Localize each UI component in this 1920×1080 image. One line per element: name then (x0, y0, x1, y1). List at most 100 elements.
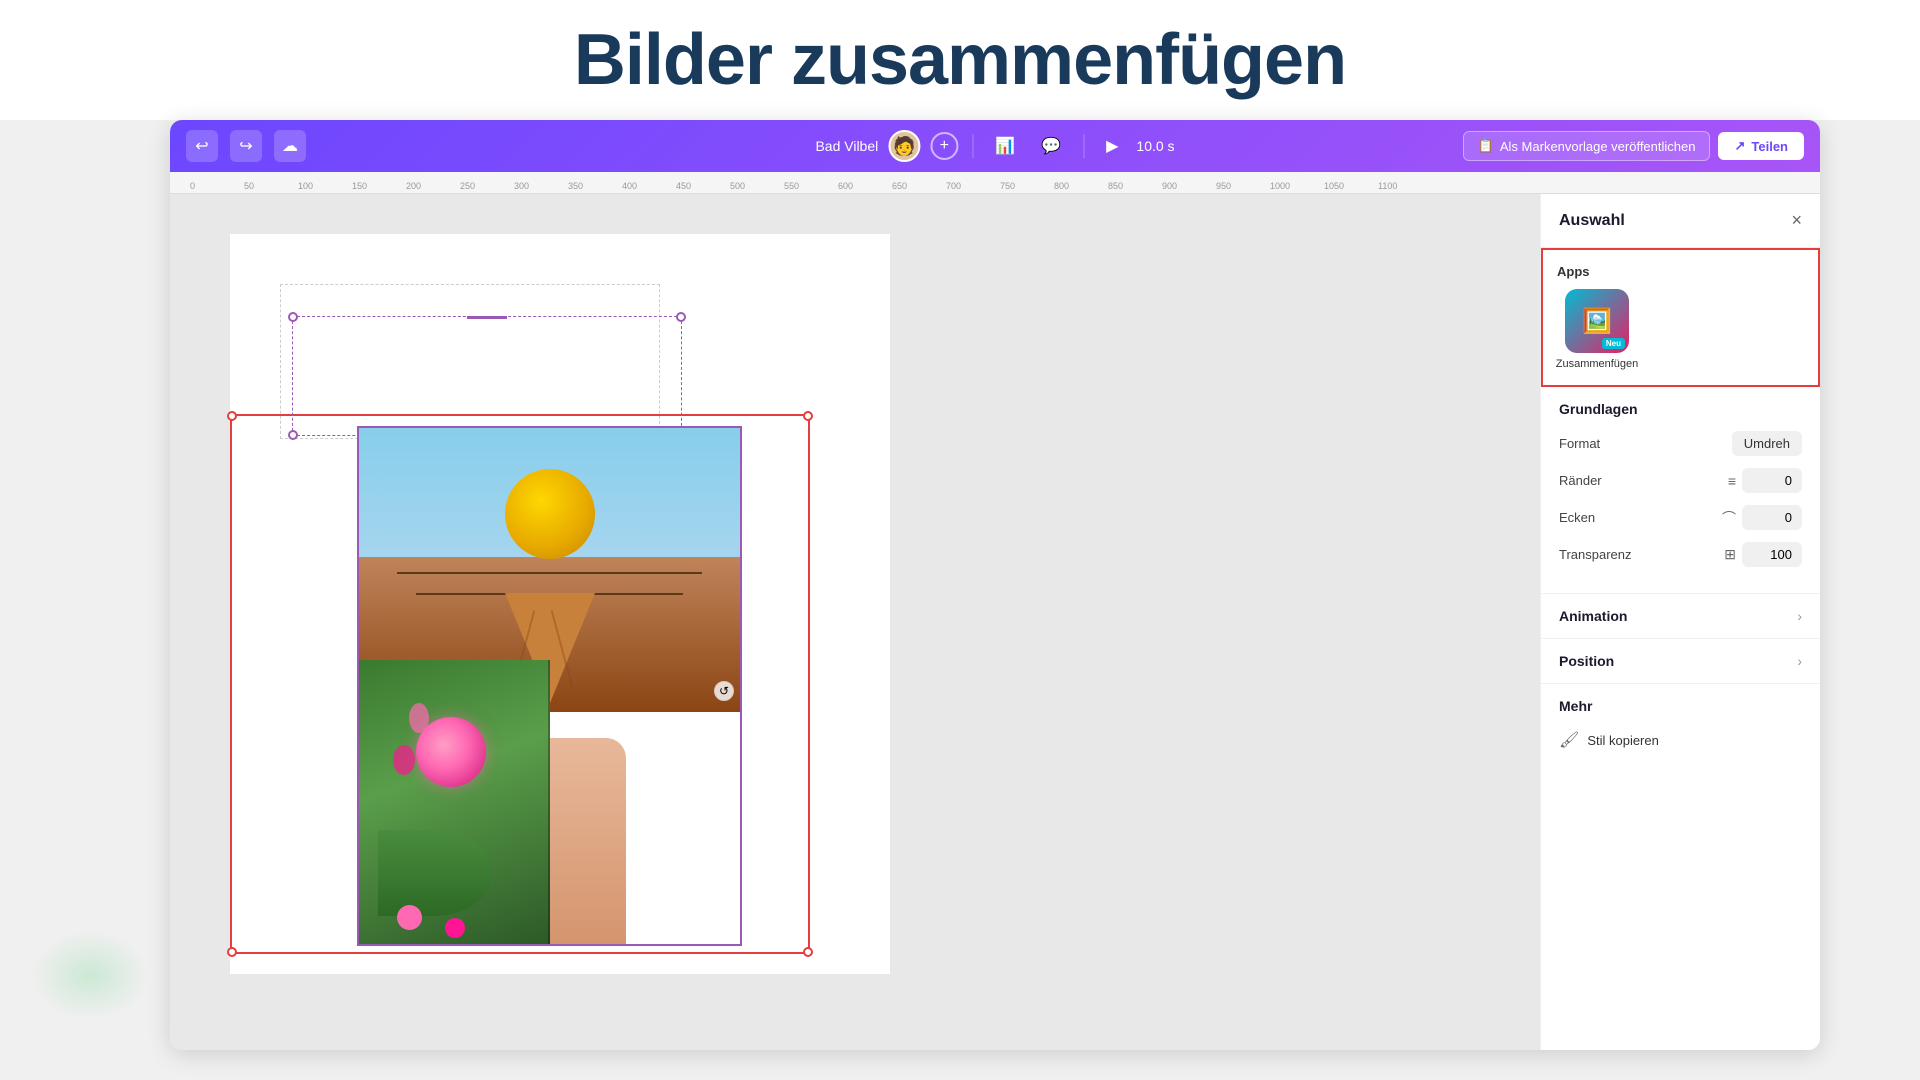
small-flower2 (445, 918, 465, 938)
comment-button[interactable]: 💬 (1033, 132, 1069, 160)
ruler-mark: 750 (1000, 181, 1054, 193)
grundlagen-title: Grundlagen (1559, 401, 1802, 417)
top-handle-bar (467, 316, 507, 319)
undo-icon: ↩ (195, 136, 208, 156)
handle-bl[interactable] (288, 430, 298, 440)
chart-button[interactable]: 📊 (987, 132, 1023, 160)
handle-tr[interactable] (676, 312, 686, 322)
avatar: 🧑 (888, 130, 920, 162)
grundlagen-section: Grundlagen Format Umdreh Ränder ≡ (1541, 387, 1820, 594)
app-icon-container[interactable]: 🖼️ Neu Zusammenfügen (1557, 289, 1637, 371)
ecken-input[interactable] (1742, 505, 1802, 530)
petal2 (393, 745, 415, 775)
ruler-mark: 1050 (1324, 181, 1378, 193)
share-button[interactable]: ↗ Teilen (1718, 132, 1804, 160)
undo-button[interactable]: ↩ (186, 130, 218, 162)
separator (972, 134, 973, 158)
ruler-mark: 0 (190, 181, 244, 193)
ruler-mark: 200 (406, 181, 460, 193)
ecken-row: Ecken ⌒ (1559, 505, 1802, 530)
raender-input[interactable] (1742, 468, 1802, 493)
animation-section[interactable]: Animation › (1541, 594, 1820, 639)
handle-tl[interactable] (288, 312, 298, 322)
ecken-label: Ecken (1559, 510, 1722, 525)
animation-chevron: › (1797, 608, 1802, 624)
app-name: Zusammenfügen (1556, 357, 1639, 371)
position-title: Position (1559, 653, 1614, 669)
publish-icon: 📋 (1478, 138, 1494, 154)
ruler-mark: 550 (784, 181, 838, 193)
comment-icon: 💬 (1041, 138, 1061, 155)
stil-kopieren-button[interactable]: 🖌 Stil kopieren (1559, 726, 1659, 754)
position-section[interactable]: Position › (1541, 639, 1820, 684)
mehr-section: Mehr 🖌 Stil kopieren (1541, 684, 1820, 768)
raender-label: Ränder (1559, 473, 1728, 488)
ice-cream-scoop (505, 469, 595, 559)
flower-panel (359, 660, 550, 944)
outer-handle-tl[interactable] (227, 411, 237, 421)
ruler-marks: 0 50 100 150 200 250 300 350 400 450 500… (190, 181, 1432, 193)
ruler-mark: 850 (1108, 181, 1162, 193)
redo-button[interactable]: ↪ (230, 130, 262, 162)
building-detail (397, 572, 702, 574)
canvas-page: ↺ (230, 234, 890, 974)
panel-divider (548, 660, 550, 944)
ruler-mark: 450 (676, 181, 730, 193)
mehr-title: Mehr (1559, 698, 1802, 714)
small-flower1 (397, 905, 422, 930)
rotate-handle[interactable]: ↺ (714, 681, 734, 701)
panel-title: Auswahl (1559, 212, 1625, 230)
cloud-button[interactable]: ☁ (274, 130, 306, 162)
ecken-control: ⌒ (1722, 505, 1802, 530)
ruler-mark: 800 (1054, 181, 1108, 193)
raender-icon: ≡ (1728, 473, 1736, 489)
ruler-mark: 1100 (1378, 181, 1432, 193)
ruler-mark: 1000 (1270, 181, 1324, 193)
ruler-mark: 900 (1162, 181, 1216, 193)
outer-handle-tr[interactable] (803, 411, 813, 421)
ruler-mark: 250 (460, 181, 514, 193)
ruler-mark: 100 (298, 181, 352, 193)
petal1 (409, 703, 429, 733)
transparenz-control: ⊞ (1724, 542, 1802, 567)
format-label: Format (1559, 436, 1732, 451)
image-frame-main[interactable] (357, 426, 742, 946)
stil-icon: 🖌 (1559, 730, 1579, 750)
ruler-mark: 300 (514, 181, 568, 193)
position-chevron: › (1797, 653, 1802, 669)
editor-body: ↺ Auswahl × Apps � (170, 194, 1820, 1050)
panel-close-button[interactable]: × (1791, 210, 1802, 231)
transparenz-label: Transparenz (1559, 547, 1724, 562)
app-icon: 🖼️ Neu (1565, 289, 1629, 353)
outer-handle-br[interactable] (803, 947, 813, 957)
location-label: Bad Vilbel (815, 138, 878, 154)
play-button[interactable]: ▶ (1098, 132, 1126, 160)
page-title: Bilder zusammenfügen (574, 19, 1346, 101)
transparenz-input[interactable] (1742, 542, 1802, 567)
deco-blob (30, 930, 150, 1020)
format-control: Umdreh (1732, 431, 1802, 456)
ruler-mark: 350 (568, 181, 622, 193)
ruler-mark: 150 (352, 181, 406, 193)
title-area: Bilder zusammenfügen (0, 0, 1920, 120)
transparenz-icon: ⊞ (1724, 546, 1736, 563)
publish-label: Als Markenvorlage veröffentlichen (1500, 139, 1696, 154)
cloud-icon: ☁ (282, 136, 298, 156)
stil-kopieren-label: Stil kopieren (1587, 733, 1659, 748)
ruler-mark: 400 (622, 181, 676, 193)
format-value-button[interactable]: Umdreh (1732, 431, 1802, 456)
leaf (378, 830, 492, 915)
ruler-mark: 600 (838, 181, 892, 193)
outer-handle-bl[interactable] (227, 947, 237, 957)
canvas-area[interactable]: ↺ (170, 194, 1540, 1050)
publish-button[interactable]: 📋 Als Markenvorlage veröffentlichen (1463, 131, 1711, 161)
ruler-mark: 700 (946, 181, 1000, 193)
panel-header: Auswahl × (1541, 194, 1820, 248)
redo-icon: ↪ (239, 136, 252, 156)
add-button[interactable]: + (930, 132, 958, 160)
apps-label: Apps (1557, 264, 1804, 279)
app-icon-visual: 🖼️ (1582, 307, 1612, 336)
animation-title: Animation (1559, 608, 1627, 624)
play-icon: ▶ (1106, 138, 1118, 155)
chart-icon: 📊 (995, 138, 1015, 155)
